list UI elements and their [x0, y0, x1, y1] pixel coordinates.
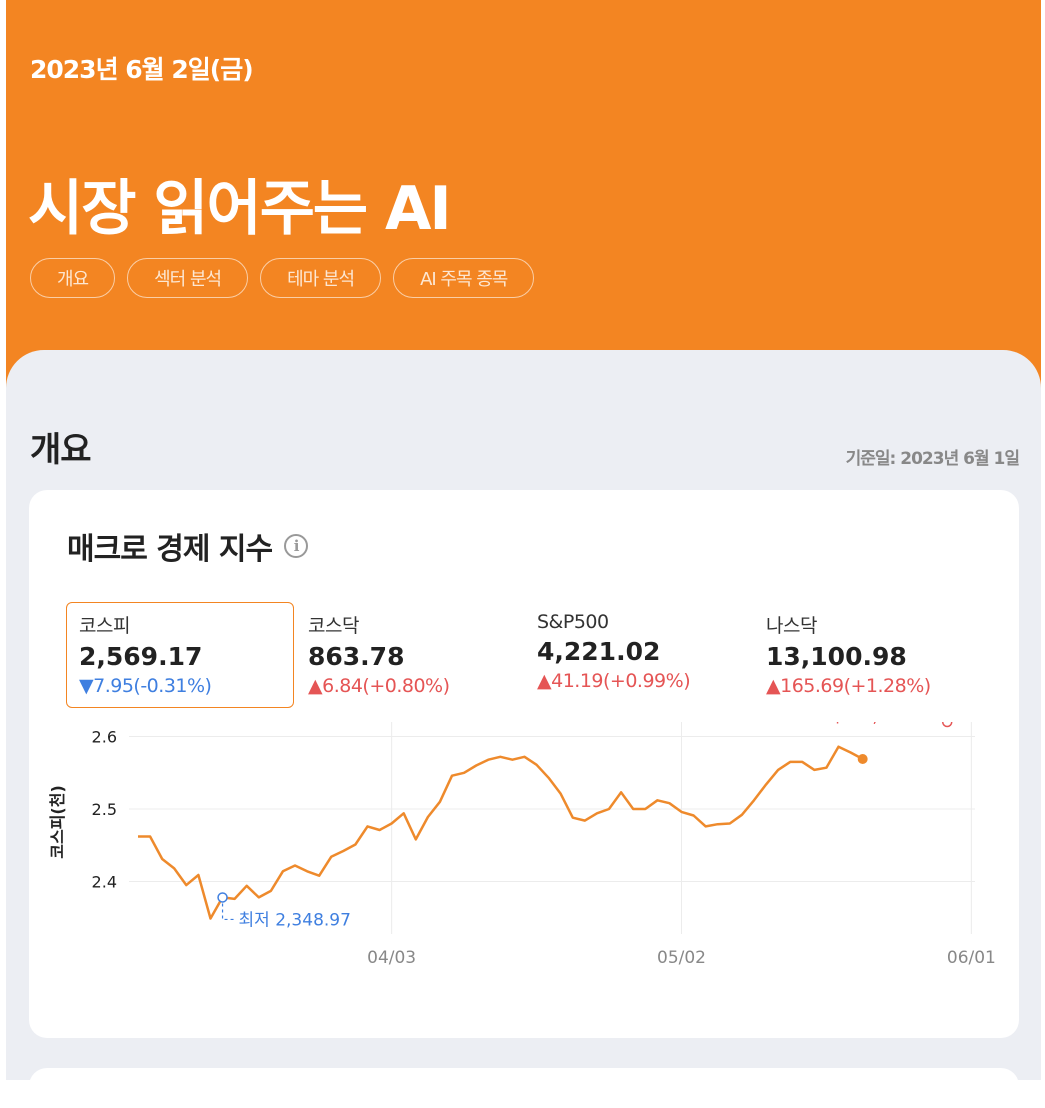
next-card — [29, 1068, 1019, 1108]
index-kosdaq[interactable]: 코스닥 863.78 ▲6.84(+0.80%) — [295, 602, 523, 708]
index-name: 코스닥 — [308, 611, 510, 638]
index-value: 2,569.17 — [79, 642, 281, 671]
page-title: 시장 읽어주는 AI — [28, 160, 450, 247]
base-date: 기준일: 2023년 6월 1일 — [846, 444, 1019, 469]
x-tick-label: 05/02 — [657, 948, 706, 968]
report-date: 2023년 6월 2일(금) — [30, 50, 253, 86]
tab-theme-analysis[interactable]: 테마 분석 — [260, 258, 381, 298]
min-label: 최저 2,348.97 — [239, 910, 351, 930]
tab-overview[interactable]: 개요 — [30, 258, 115, 298]
info-icon[interactable]: i — [284, 534, 308, 558]
kospi-chart: 2.4 2.5 2.6 04/03 05/02 06/01 코스피(천) 최저 2,348.9… — [29, 722, 1019, 1038]
index-change: ▲41.19(+0.99%) — [537, 670, 739, 692]
macro-card: 매크로 경제 지수 i 코스피 2,569.17 ▼7.95(-0.31%) 코… — [29, 490, 1019, 1038]
index-sp500[interactable]: S&P500 4,221.02 ▲41.19(+0.99%) — [524, 602, 752, 708]
content-panel: 개요 기준일: 2023년 6월 1일 매크로 경제 지수 i 코스피 2,56… — [6, 350, 1041, 1080]
section-title: 개요 — [30, 422, 91, 471]
section-tabs: 개요 섹터 분석 테마 분석 AI 주목 종목 — [30, 258, 534, 298]
index-change: ▼7.95(-0.31%) — [79, 675, 281, 697]
max-label: 최고 2,585.52 — [825, 722, 937, 727]
y-tick-label: 2.5 — [92, 800, 117, 819]
index-name: S&P500 — [537, 611, 739, 633]
index-value: 13,100.98 — [766, 642, 968, 671]
index-change: ▲165.69(+1.28%) — [766, 675, 968, 697]
index-kospi[interactable]: 코스피 2,569.17 ▼7.95(-0.31%) — [66, 602, 294, 708]
x-tick-label: 06/01 — [947, 948, 996, 968]
macro-card-header: 매크로 경제 지수 i — [67, 524, 308, 568]
tab-ai-picks[interactable]: AI 주목 종목 — [393, 258, 534, 298]
index-nasdaq[interactable]: 나스닥 13,100.98 ▲165.69(+1.28%) — [753, 602, 981, 708]
tab-sector-analysis[interactable]: 섹터 분석 — [127, 258, 248, 298]
min-point-marker — [218, 893, 227, 902]
index-name: 나스닥 — [766, 611, 968, 638]
latest-point-marker — [858, 754, 868, 764]
index-name: 코스피 — [79, 611, 281, 638]
index-change: ▲6.84(+0.80%) — [308, 675, 510, 697]
x-tick-label: 04/03 — [367, 948, 416, 968]
index-value: 4,221.02 — [537, 637, 739, 666]
macro-card-title: 매크로 경제 지수 — [67, 524, 272, 568]
y-axis-label: 코스피(천) — [48, 785, 67, 859]
index-value: 863.78 — [308, 642, 510, 671]
y-tick-label: 2.6 — [92, 728, 117, 747]
y-tick-label: 2.4 — [92, 873, 117, 892]
kospi-line-chart: 2.4 2.5 2.6 04/03 05/02 06/01 코스피(천) 최저 2,348.9… — [29, 722, 1019, 1038]
kospi-series-line — [138, 747, 863, 919]
max-point-marker — [943, 722, 952, 727]
